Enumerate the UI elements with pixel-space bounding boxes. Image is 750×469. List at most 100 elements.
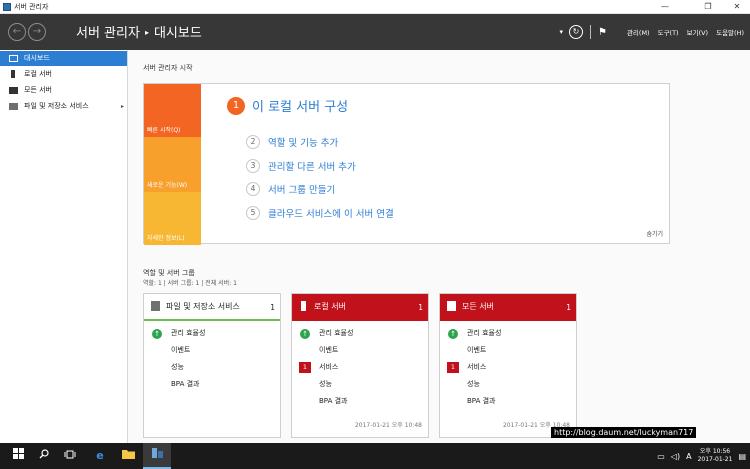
volume-icon[interactable]: ◁) [671,452,680,461]
sidebar-item-label: 대시보드 [24,54,50,62]
restore-button[interactable]: ❐ [697,0,719,14]
row-label: 서비스 [319,363,339,371]
windows-logo-icon[interactable] [4,443,32,469]
card-row-events[interactable]: 이벤트 [144,342,280,359]
card-header[interactable]: 모든 서버 1 [440,294,576,321]
step-label[interactable]: 클라우드 서비스에 이 서버 연결 [268,206,394,220]
card-row-services[interactable]: 1 서비스 [292,359,428,376]
sidebar-item-label: 로컬 서버 [24,70,52,78]
tile-quick-start[interactable]: 빠른 시작(Q) [144,84,201,137]
card-row-performance[interactable]: 성능 [292,376,428,393]
step-label[interactable]: 서버 그룹 만들기 [268,182,335,196]
card-row-events[interactable]: 이벤트 [292,342,428,359]
card-title: 파일 및 저장소 서비스 [166,302,240,311]
tile-label: 빠른 시작(Q) [147,127,181,134]
clock[interactable]: 오후 10:56 2017-01-21 [698,448,733,464]
breadcrumb-root[interactable]: 서버 관리자 [76,26,140,41]
card-title: 로컬 서버 [314,302,346,311]
row-label: 성능 [319,380,332,388]
ime-indicator[interactable]: A [686,452,691,461]
back-button[interactable]: ← [8,23,26,41]
row-label: 관리 효율성 [467,329,502,337]
folder-icon[interactable] [114,443,142,469]
window-title: 서버 관리자 [14,3,49,11]
row-label: 관리 효율성 [319,329,354,337]
title-bar: 서버 관리자 — ❐ ✕ [0,0,750,14]
step-number: 4 [246,182,260,196]
menu-manage[interactable]: 관리(M) [627,27,650,37]
card-row-events[interactable]: 이벤트 [440,342,576,359]
step-number: 1 [227,96,245,115]
sidebar-item-dashboard[interactable]: 대시보드 [0,51,127,66]
alert-count-badge: 1 [299,362,311,373]
role-card-local-server[interactable]: 로컬 서버 1 ↑ 관리 효율성 이벤트 1 서비스 성능 BPA 결과 2017-… [291,293,429,438]
notifications-flag-icon[interactable]: ⚑ [598,27,607,38]
step-add-roles[interactable]: 2 역할 및 기능 추가 [246,135,338,149]
row-label: 서비스 [467,363,487,371]
card-row-performance[interactable]: 성능 [440,376,576,393]
taskbar: e ▭ ◁) A 오후 10:56 2017-01-21 ▤ [0,443,750,469]
ok-arrow-icon: ↑ [448,329,458,339]
close-button[interactable]: ✕ [726,0,748,14]
row-label: 관리 효율성 [171,329,206,337]
server-manager-app-icon [3,3,11,11]
forward-button[interactable]: → [28,23,46,41]
header-toolbar: ▾ ↻ ⚑ 관리(M) 도구(T) 보기(V) 도움말(H) [559,14,744,50]
row-label: BPA 결과 [319,397,348,405]
search-icon[interactable] [30,443,58,469]
server-manager-icon[interactable] [143,443,171,469]
server-icon [301,301,306,311]
card-row-manageability[interactable]: ↑ 관리 효율성 [144,325,280,342]
row-label: BPA 결과 [467,397,496,405]
toolbar-divider [589,25,591,39]
menu-view[interactable]: 보기(V) [687,27,708,37]
card-row-services[interactable]: 1 서비스 [440,359,576,376]
hide-link[interactable]: 숨기기 [646,229,663,238]
clock-time: 오후 10:56 [699,448,731,455]
dashboard-icon [9,55,18,62]
forward-arrow-icon: → [32,26,42,37]
sidebar-item-all-servers[interactable]: 모든 서버 [0,83,127,98]
card-header[interactable]: 로컬 서버 1 [292,294,428,321]
card-count: 1 [566,303,571,312]
edge-icon[interactable]: e [86,443,114,469]
notification-center-icon[interactable]: ▤ [738,452,746,461]
card-count: 1 [418,303,423,312]
step-create-group[interactable]: 4 서버 그룹 만들기 [246,182,335,196]
card-row-manageability[interactable]: ↑ 관리 효율성 [292,325,428,342]
role-card-all-servers[interactable]: 모든 서버 1 ↑ 관리 효율성 이벤트 1 서비스 성능 BPA 결과 2017-… [439,293,577,438]
back-arrow-icon: ← [12,26,22,37]
row-label: BPA 결과 [171,380,200,388]
card-row-bpa[interactable]: BPA 결과 [144,376,280,393]
refresh-icon[interactable]: ↻ [568,25,583,39]
step-configure-local-server[interactable]: 1 이 로컬 서버 구성 [227,96,348,115]
card-title: 모든 서버 [462,302,494,311]
roles-counts: 역할: 1 | 서버 그룹: 1 | 전체 서버: 1 [143,280,237,287]
sidebar-item-local-server[interactable]: 로컬 서버 [0,67,127,82]
servers-icon [9,87,18,94]
sidebar: 대시보드 로컬 서버 모든 서버 파일 및 저장소 서비스 ▸ [0,50,128,443]
step-label[interactable]: 관리할 다른 서버 추가 [268,159,356,173]
step-label[interactable]: 이 로컬 서버 구성 [252,96,348,115]
card-timestamp: 2017-01-21 오후 10:48 [354,422,422,429]
tile-whats-new[interactable]: 새로운 기능(W) [144,137,201,192]
step-label[interactable]: 역할 및 기능 추가 [268,135,338,149]
menu-help[interactable]: 도움말(H) [716,27,744,37]
card-row-bpa[interactable]: BPA 결과 [440,393,576,410]
card-row-bpa[interactable]: BPA 결과 [292,393,428,410]
tile-learn-more[interactable]: 자세한 정보(L) [144,192,201,245]
step-connect-cloud[interactable]: 5 클라우드 서비스에 이 서버 연결 [246,206,394,220]
minimize-button[interactable]: — [654,0,676,14]
step-add-servers[interactable]: 3 관리할 다른 서버 추가 [246,159,356,173]
task-view-icon[interactable] [56,443,84,469]
sidebar-item-file-storage[interactable]: 파일 및 저장소 서비스 ▸ [0,99,127,114]
card-header[interactable]: 파일 및 저장소 서비스 1 [144,294,280,321]
history-dropdown-icon[interactable]: ▾ [559,28,563,36]
card-row-manageability[interactable]: ↑ 관리 효율성 [440,325,576,342]
card-row-performance[interactable]: 성능 [144,359,280,376]
chevron-right-icon[interactable]: ▸ [121,99,124,114]
role-card-file-storage[interactable]: 파일 및 저장소 서비스 1 ↑ 관리 효율성 이벤트 성능 BPA 결과 [143,293,281,438]
network-icon[interactable]: ▭ [657,452,665,461]
row-label: 이벤트 [467,346,487,354]
menu-tools[interactable]: 도구(T) [658,27,679,37]
